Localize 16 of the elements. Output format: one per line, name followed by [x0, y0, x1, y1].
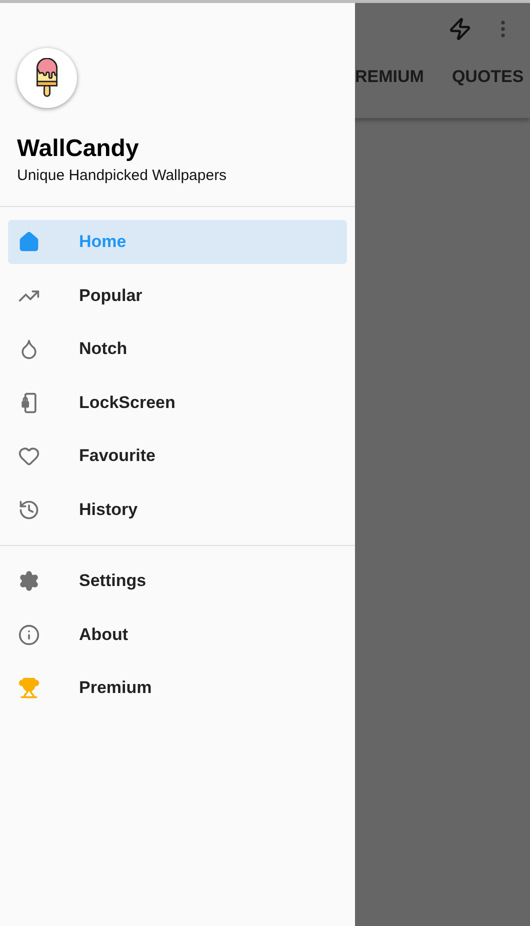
drawer-item[interactable]: Settings	[8, 559, 347, 603]
drawer-item[interactable]: History	[8, 488, 347, 532]
home-icon	[18, 231, 40, 253]
drawer-item[interactable]: Notch	[8, 327, 347, 371]
drawer-item[interactable]: Popular	[8, 274, 347, 318]
lightning-icon[interactable]	[448, 17, 472, 41]
trophy-icon	[18, 677, 40, 699]
history-icon	[18, 498, 40, 520]
heart-icon	[18, 445, 40, 467]
info-icon	[18, 624, 40, 646]
drawer-item[interactable]: LockScreen	[8, 380, 347, 424]
app-subtitle: Unique Handpicked Wallpapers	[17, 166, 228, 186]
drawer-item[interactable]: Favourite	[8, 434, 347, 478]
drawer-item[interactable]: Premium	[8, 666, 347, 710]
drawer-item[interactable]: About	[8, 612, 347, 656]
app-title: WallCandy	[17, 134, 140, 164]
